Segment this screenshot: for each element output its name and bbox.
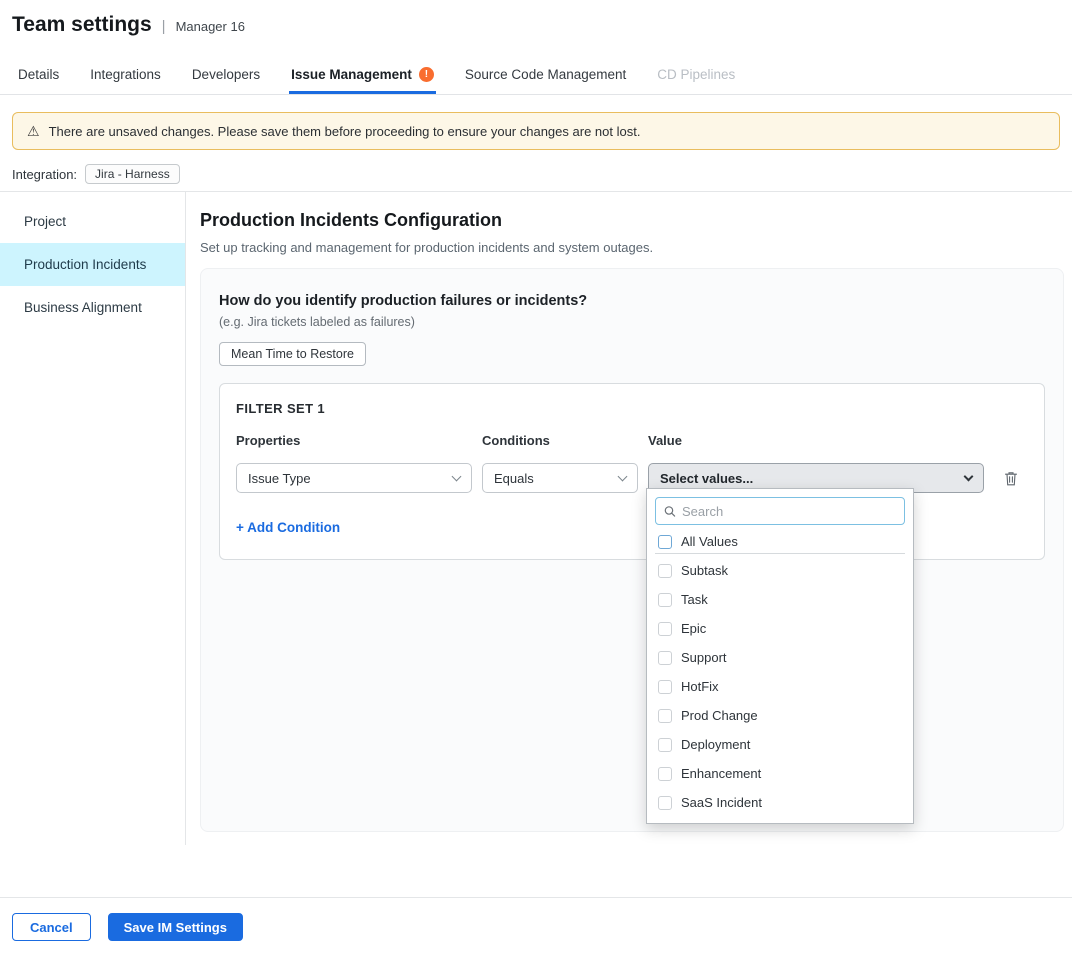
- option-support[interactable]: Support: [655, 643, 905, 672]
- section-title: Production Incidents Configuration: [200, 210, 1064, 231]
- checkbox-hotfix[interactable]: [658, 680, 672, 694]
- properties-select[interactable]: Issue Type: [236, 463, 472, 493]
- conditions-select[interactable]: Equals: [482, 463, 638, 493]
- checkbox-support[interactable]: [658, 651, 672, 665]
- properties-select-value: Issue Type: [248, 471, 311, 486]
- sidebar-item-project-label: Project: [24, 214, 66, 229]
- main-header: Production Incidents Configuration Set u…: [200, 210, 1064, 255]
- page-header: Team settings | Manager 16: [12, 13, 245, 37]
- checkbox-all-values[interactable]: [658, 535, 672, 549]
- option-prod-change-label: Prod Change: [681, 708, 758, 723]
- option-saas-incident-label: SaaS Incident: [681, 795, 762, 810]
- integration-label: Integration:: [12, 167, 77, 182]
- chevron-down-icon: [452, 471, 462, 481]
- filter-set-title: FILTER SET 1: [236, 401, 1028, 416]
- checkbox-enhancement[interactable]: [658, 767, 672, 781]
- option-epic[interactable]: Epic: [655, 614, 905, 643]
- sidebar-item-production-incidents-label: Production Incidents: [24, 257, 146, 272]
- warning-triangle-icon: ⚠: [27, 124, 40, 138]
- unsaved-changes-banner: ⚠ There are unsaved changes. Please save…: [12, 112, 1060, 150]
- config-question: How do you identify production failures …: [219, 293, 1045, 309]
- tab-developers[interactable]: Developers: [190, 58, 262, 94]
- dropdown-search: [655, 497, 905, 525]
- settings-sidebar: Project Production Incidents Business Al…: [0, 192, 186, 845]
- option-task[interactable]: Task: [655, 585, 905, 614]
- checkbox-subtask[interactable]: [658, 564, 672, 578]
- team-settings-page: Team settings | Manager 16 Details Integ…: [0, 0, 1072, 956]
- team-name: Manager 16: [176, 19, 245, 34]
- integration-row: Integration: Jira - Harness: [12, 164, 180, 184]
- tab-developers-label: Developers: [192, 67, 260, 82]
- option-subtask[interactable]: Subtask: [655, 556, 905, 585]
- title-separator: |: [162, 18, 166, 35]
- unsaved-changes-text: There are unsaved changes. Please save t…: [49, 124, 641, 139]
- footer-actions: Cancel Save IM Settings: [12, 913, 243, 941]
- option-epic-label: Epic: [681, 621, 706, 636]
- checkbox-saas-incident[interactable]: [658, 796, 672, 810]
- checkbox-deployment[interactable]: [658, 738, 672, 752]
- option-saas-incident[interactable]: SaaS Incident: [655, 788, 905, 817]
- sidebar-item-production-incidents[interactable]: Production Incidents: [0, 243, 185, 286]
- integration-chip[interactable]: Jira - Harness: [85, 164, 180, 184]
- column-header-conditions: Conditions: [482, 433, 638, 448]
- option-task-label: Task: [681, 592, 708, 607]
- tab-details[interactable]: Details: [16, 58, 61, 94]
- incidents-config-card: How do you identify production failures …: [200, 268, 1064, 832]
- value-multiselect-placeholder: Select values...: [660, 471, 753, 486]
- add-condition-button[interactable]: + Add Condition: [236, 520, 340, 535]
- option-hotfix[interactable]: HotFix: [655, 672, 905, 701]
- footer-divider: [0, 897, 1072, 898]
- tab-integrations-label: Integrations: [90, 67, 161, 82]
- tab-bar: Details Integrations Developers Issue Ma…: [0, 58, 1072, 95]
- column-header-value: Value: [648, 433, 984, 448]
- chevron-down-icon: [618, 471, 628, 481]
- section-subtitle: Set up tracking and management for produ…: [200, 240, 1064, 255]
- trash-icon: [1003, 470, 1019, 487]
- tab-source-code-management[interactable]: Source Code Management: [463, 58, 628, 94]
- option-subtask-label: Subtask: [681, 563, 728, 578]
- delete-condition-button[interactable]: [1003, 470, 1019, 487]
- option-support-label: Support: [681, 650, 727, 665]
- sidebar-item-business-alignment-label: Business Alignment: [24, 300, 142, 315]
- checkbox-task[interactable]: [658, 593, 672, 607]
- option-enhancement[interactable]: Enhancement: [655, 759, 905, 788]
- checkbox-epic[interactable]: [658, 622, 672, 636]
- checkbox-prod-change[interactable]: [658, 709, 672, 723]
- option-customer-notification[interactable]: Customer Notification: [655, 817, 905, 824]
- sidebar-item-project[interactable]: Project: [0, 200, 185, 243]
- metric-chip-mttr[interactable]: Mean Time to Restore: [219, 342, 366, 366]
- page-title: Team settings: [12, 13, 152, 37]
- option-deployment[interactable]: Deployment: [655, 730, 905, 759]
- filter-column-headers: Properties Conditions Value: [236, 433, 1028, 448]
- option-prod-change[interactable]: Prod Change: [655, 701, 905, 730]
- tab-issue-management[interactable]: Issue Management !: [289, 58, 436, 94]
- search-icon: [664, 505, 676, 518]
- option-all-values[interactable]: All Values: [655, 530, 905, 554]
- dropdown-search-input[interactable]: [682, 504, 896, 519]
- sidebar-item-business-alignment[interactable]: Business Alignment: [0, 286, 185, 329]
- conditions-select-value: Equals: [494, 471, 534, 486]
- tab-source-code-management-label: Source Code Management: [465, 67, 626, 82]
- config-hint: (e.g. Jira tickets labeled as failures): [219, 315, 1045, 329]
- option-all-values-label: All Values: [681, 534, 738, 549]
- filter-set-1: FILTER SET 1 Properties Conditions Value…: [219, 383, 1045, 560]
- column-header-properties: Properties: [236, 433, 472, 448]
- warning-badge-icon: !: [419, 67, 434, 82]
- tab-cd-pipelines-label: CD Pipelines: [657, 67, 735, 82]
- save-im-settings-button[interactable]: Save IM Settings: [108, 913, 243, 941]
- chevron-down-icon: [964, 471, 974, 481]
- tab-details-label: Details: [18, 67, 59, 82]
- option-enhancement-label: Enhancement: [681, 766, 761, 781]
- tab-cd-pipelines: CD Pipelines: [655, 58, 737, 94]
- tab-integrations[interactable]: Integrations: [88, 58, 163, 94]
- cancel-button[interactable]: Cancel: [12, 913, 91, 941]
- tab-issue-management-label: Issue Management: [291, 67, 412, 82]
- value-dropdown-panel: All Values Subtask Task Epic Support Hot…: [646, 488, 914, 824]
- option-deployment-label: Deployment: [681, 737, 750, 752]
- option-hotfix-label: HotFix: [681, 679, 719, 694]
